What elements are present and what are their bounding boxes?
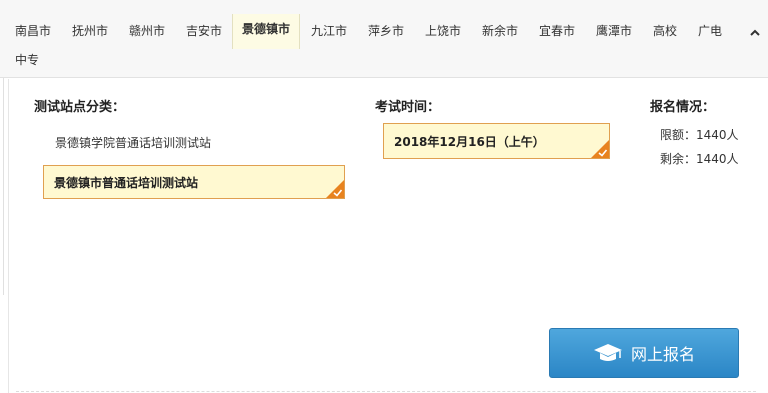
tab-guangdian[interactable]: 广电 <box>698 22 722 40</box>
exam-time-heading: 考试时间： <box>375 100 441 115</box>
site-option-jdz-city-selected[interactable]: 景德镇市普通话培训测试站 <box>43 165 345 199</box>
bottom-divider <box>16 391 756 392</box>
tab-fuzhou[interactable]: 抚州市 <box>72 22 108 40</box>
quota-remaining: 剩余：1440人 <box>660 152 739 166</box>
tab-pingxiang[interactable]: 萍乡市 <box>368 22 404 40</box>
tab-jingdezhen[interactable]: 景德镇市 <box>232 14 301 49</box>
site-option-jdz-college[interactable]: 景德镇学院普通话培训测试站 <box>55 134 211 152</box>
city-tab-bar: 南昌市 抚州市 赣州市 吉安市 景德镇市 九江市 萍乡市 上饶市 新余市 宜春市… <box>0 0 768 78</box>
tab-yichun[interactable]: 宜春市 <box>539 22 575 40</box>
chevron-up-icon[interactable] <box>748 26 762 40</box>
registration-status-heading: 报名情况： <box>650 100 716 115</box>
tab-zhongzhuan[interactable]: 中专 <box>15 51 39 69</box>
tab-ganzhou[interactable]: 赣州市 <box>129 22 165 40</box>
graduation-cap-icon <box>593 344 622 361</box>
left-border <box>0 78 4 295</box>
tab-yingtan[interactable]: 鹰潭市 <box>596 22 632 40</box>
tab-xinyu[interactable]: 新余市 <box>482 22 518 40</box>
online-register-button[interactable]: 网上报名 <box>549 328 739 378</box>
tab-jiujiang[interactable]: 九江市 <box>311 22 347 40</box>
site-category-heading: 测试站点分类： <box>34 100 126 115</box>
exam-time-option-selected[interactable]: 2018年12月16日（上午） <box>383 123 610 159</box>
quota-limit: 限额：1440人 <box>660 128 739 142</box>
tab-jian[interactable]: 吉安市 <box>186 22 222 40</box>
checkmark-corner-icon <box>326 180 344 198</box>
exam-time-label: 2018年12月16日（上午） <box>394 134 545 149</box>
tab-shangrao[interactable]: 上饶市 <box>425 22 461 40</box>
site-option-label: 景德镇市普通话培训测试站 <box>54 175 199 190</box>
checkmark-corner-icon <box>591 140 609 158</box>
tab-gaoxiao[interactable]: 高校 <box>653 22 677 40</box>
tab-nanchang[interactable]: 南昌市 <box>15 22 51 40</box>
register-button-label: 网上报名 <box>630 345 695 364</box>
